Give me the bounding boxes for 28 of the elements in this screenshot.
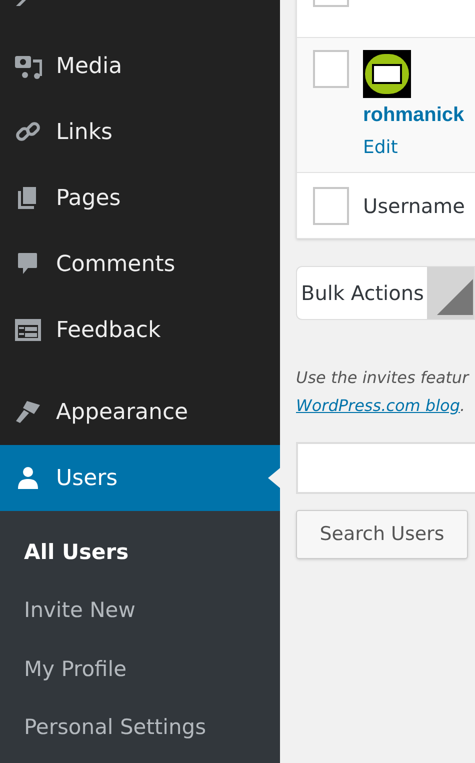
dropdown-arrow-icon bbox=[437, 279, 473, 315]
sidebar-item[interactable]: Pages bbox=[0, 165, 280, 231]
search-users-button[interactable]: Search Users bbox=[296, 510, 468, 559]
submenu-item[interactable]: Invite New bbox=[0, 582, 280, 640]
feedback-icon bbox=[14, 318, 42, 342]
edit-link[interactable]: Edit bbox=[363, 134, 464, 161]
checkbox[interactable] bbox=[313, 186, 349, 224]
column-label: Username bbox=[363, 192, 465, 220]
sidebar-item[interactable]: Links bbox=[0, 99, 280, 165]
submenu-item[interactable]: Personal Settings bbox=[0, 698, 280, 757]
brush-icon bbox=[14, 399, 42, 425]
invite-note: Use the invites featur WordPress.com blog. bbox=[296, 367, 470, 417]
sidebar-item[interactable]: Feedback bbox=[0, 297, 280, 363]
pin-icon bbox=[16, 0, 26, 6]
submenu-item[interactable]: All Users bbox=[0, 523, 280, 582]
bulk-actions-select[interactable]: Bulk Actions bbox=[296, 266, 475, 320]
sidebar-item[interactable]: Media bbox=[0, 33, 280, 99]
blog-link[interactable]: WordPress.com blog bbox=[296, 396, 460, 415]
submenu-item[interactable]: My Profile bbox=[0, 640, 280, 698]
sidebar-item[interactable]: Comments bbox=[0, 231, 280, 297]
avatar-image bbox=[363, 50, 411, 98]
pointer-icon bbox=[268, 468, 280, 488]
search-field[interactable] bbox=[296, 442, 475, 494]
sidebar-item[interactable]: Users bbox=[0, 445, 280, 511]
username-link[interactable]: rohmanick bbox=[363, 100, 464, 130]
sidebar-item[interactable]: Appearance bbox=[0, 379, 280, 445]
checkbox[interactable] bbox=[313, 50, 349, 88]
user-icon bbox=[16, 466, 40, 490]
